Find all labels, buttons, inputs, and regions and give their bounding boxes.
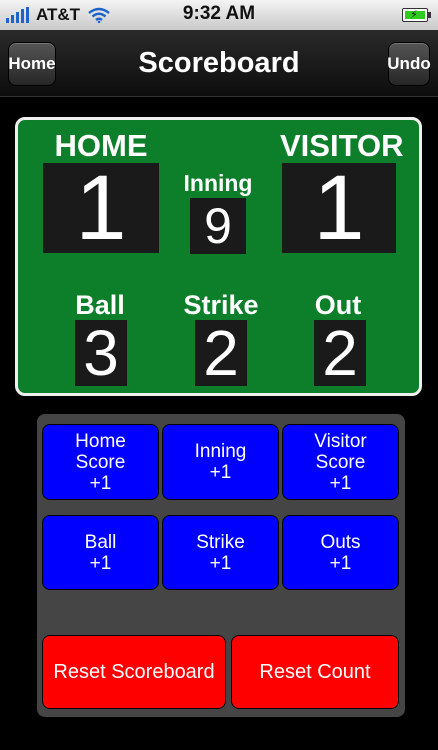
reset-scoreboard-button[interactable]: Reset Scoreboard <box>42 635 226 709</box>
navigation-bar: Home Scoreboard Undo <box>0 30 438 97</box>
inning-display: 9 <box>190 198 246 254</box>
strike-count-display: 2 <box>195 320 247 386</box>
scoreboard-display: HOME 1 Inning 9 VISITOR 1 Ball 3 Strike … <box>15 117 422 396</box>
reset-count-button[interactable]: Reset Count <box>231 635 399 709</box>
inning-plus-button[interactable]: Inning +1 <box>162 424 279 500</box>
status-time: 9:32 AM <box>182 3 256 24</box>
strike-plus-button[interactable]: Strike +1 <box>162 515 279 590</box>
ball-count-display: 3 <box>75 320 127 386</box>
home-score-plus-button[interactable]: Home Score +1 <box>42 424 159 500</box>
home-score-display: 1 <box>43 162 159 254</box>
status-bar: AT&T 9:32 AM ⚡ <box>0 0 438 30</box>
outs-plus-button[interactable]: Outs +1 <box>282 515 399 590</box>
control-panel: Home Score +1 Inning +1 Visitor Score +1… <box>37 414 405 717</box>
page-title: Scoreboard <box>138 47 300 79</box>
visitor-score-display: 1 <box>282 162 396 254</box>
ball-plus-button[interactable]: Ball +1 <box>42 515 159 590</box>
battery-charging-icon: ⚡ <box>402 8 431 22</box>
visitor-score-plus-button[interactable]: Visitor Score +1 <box>282 424 399 500</box>
inning-label: Inning <box>183 170 253 196</box>
out-count-display: 2 <box>314 320 366 386</box>
undo-button[interactable]: Undo <box>387 42 431 86</box>
